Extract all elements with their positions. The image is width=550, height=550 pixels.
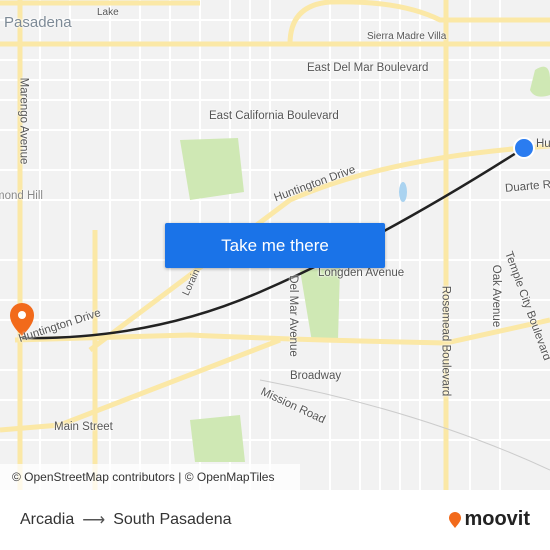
origin-name: Arcadia <box>20 511 75 528</box>
street-label: East California Boulevard <box>209 110 339 122</box>
park <box>530 66 550 97</box>
take-me-there-button[interactable]: Take me there <box>165 223 385 268</box>
street-label: Del Mar Avenue <box>286 275 299 357</box>
area-label: Richmond Hill <box>0 190 43 202</box>
brand-name: moovit <box>464 508 530 530</box>
street-label: Broadway <box>290 370 342 382</box>
street-label: Main Street <box>54 421 113 433</box>
street-label: East Del Mar Boulevard <box>307 62 429 74</box>
origin-marker <box>513 137 535 159</box>
destination-name: South Pasadena <box>113 511 232 528</box>
moovit-pin-icon <box>449 511 462 528</box>
street-label: Marengo Avenue <box>17 77 30 165</box>
street-label: Lake <box>97 7 119 18</box>
street-label: Longden Avenue <box>318 267 405 279</box>
map[interactable]: Pasadena Lake Sierra Madre Villa East De… <box>0 0 550 490</box>
park <box>190 415 245 462</box>
street-label: Oak Avenue <box>490 264 503 328</box>
street-label: Huntington Drive <box>536 138 550 150</box>
moovit-logo[interactable]: moovit <box>448 508 530 531</box>
arrow-right-icon: ⟶ <box>82 512 106 529</box>
street-label: Rosemead Boulevard <box>439 285 452 397</box>
map-attribution[interactable]: © OpenStreetMap contributors | © OpenMap… <box>0 464 300 490</box>
park <box>180 138 244 200</box>
route-title: Arcadia ⟶ South Pasadena <box>20 510 232 530</box>
street-label: Sierra Madre Villa <box>367 31 447 42</box>
park <box>300 268 340 342</box>
city-label: Pasadena <box>4 14 72 31</box>
